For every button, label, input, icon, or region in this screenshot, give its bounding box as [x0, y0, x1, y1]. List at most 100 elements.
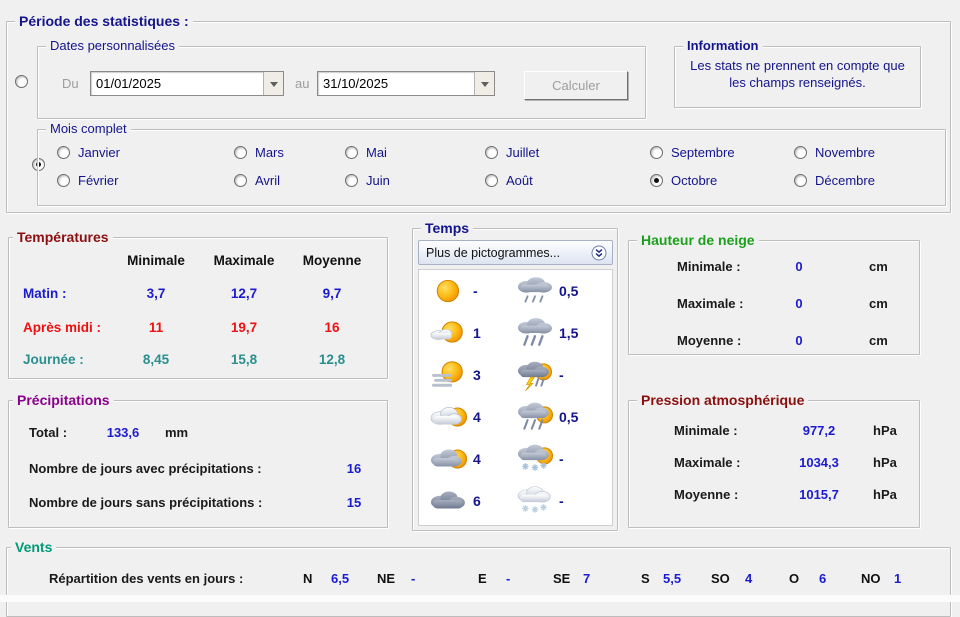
cloud-days: 6	[473, 493, 481, 509]
precip-total-value: 133,6	[106, 425, 140, 440]
row-matin-label: Matin :	[23, 286, 67, 301]
journee-moy: 12,8	[318, 352, 346, 367]
du-label: Du	[62, 76, 79, 91]
more-pictogrammes-label: Plus de pictogrammes...	[426, 245, 561, 260]
light-cloud-days: 4	[473, 409, 481, 425]
snow-icon	[513, 484, 559, 518]
month-option-novembre[interactable]: Novembre	[794, 145, 875, 160]
month-option-janvier[interactable]: Janvier	[57, 145, 120, 160]
calculer-button[interactable]: Calculer	[524, 71, 628, 100]
matin-moy: 9,7	[322, 286, 342, 301]
thunderstorm-total: -	[559, 367, 564, 383]
radio-icon	[485, 174, 498, 187]
radio-icon	[794, 174, 807, 187]
sun-with-small-cloud-icon	[427, 316, 473, 350]
au-label: au	[295, 76, 310, 91]
matin-min: 3,7	[146, 286, 166, 301]
neige-moy-unit: cm	[869, 333, 888, 348]
month-option-octobre[interactable]: Octobre	[650, 173, 717, 188]
dates-title: Dates personnalisées	[46, 38, 180, 54]
precipitations-title: Précipitations	[13, 392, 114, 408]
cloud-icon	[427, 484, 473, 518]
cloud-with-sun-icon	[427, 442, 473, 476]
precip-sans-value: 15	[346, 495, 362, 510]
cloud-sun-days: 4	[473, 451, 481, 467]
sun-cloud-days: 1	[473, 325, 481, 341]
wind-val-n: 6,5	[331, 571, 350, 586]
picto-row: 4 -	[419, 438, 612, 480]
date-from-value: 01/01/2025	[96, 76, 162, 91]
col-maximale: Maximale	[213, 253, 275, 268]
precip-sans-label: Nombre de jours sans précipitations :	[29, 495, 263, 510]
pression-max-value: 1034,3	[799, 455, 839, 470]
information-title: Information	[683, 38, 763, 54]
month-option-decembre[interactable]: Décembre	[794, 173, 875, 188]
month-option-juin[interactable]: Juin	[345, 173, 390, 188]
radio-icon	[345, 146, 358, 159]
apresmidi-min: 11	[148, 320, 164, 335]
mois-title: Mois complet	[46, 121, 131, 137]
heavy-rain-icon	[513, 316, 559, 350]
wind-dir-no: NO	[861, 571, 881, 586]
month-option-juillet[interactable]: Juillet	[485, 145, 539, 160]
date-from-combo[interactable]: 01/01/2025	[90, 71, 284, 96]
temperatures-title: Températures	[13, 229, 113, 245]
neige-max-label: Maximale :	[677, 296, 744, 311]
row-journee-label: Journée :	[23, 352, 84, 367]
sun-days: -	[473, 283, 478, 299]
pression-groupbox: Pression atmosphérique Minimale : 977,2 …	[628, 392, 920, 528]
sun-haze-icon	[427, 358, 473, 392]
precip-avec-value: 16	[346, 461, 362, 476]
light-rain-icon	[513, 274, 559, 308]
information-groupbox: Information Les stats ne prennent en com…	[674, 38, 921, 108]
wind-val-s: 5,5	[663, 571, 682, 586]
wind-dir-ne: NE	[377, 571, 396, 586]
sun-icon	[427, 274, 473, 308]
pression-min-value: 977,2	[802, 423, 836, 438]
date-to-dropdown-icon[interactable]	[474, 72, 494, 95]
vents-title: Vents	[11, 539, 57, 555]
wind-dir-o: O	[789, 571, 800, 586]
radio-icon	[345, 174, 358, 187]
light-cloud-sun-icon	[427, 400, 473, 434]
temps-groupbox: Temps Plus de pictogrammes... - 0,5 1 1,…	[412, 220, 618, 531]
month-option-avril[interactable]: Avril	[234, 173, 280, 188]
snow-sun-total: -	[559, 451, 564, 467]
month-option-aout[interactable]: Août	[485, 173, 533, 188]
date-from-dropdown-icon[interactable]	[263, 72, 283, 95]
neige-min-value: 0	[795, 259, 803, 274]
pictogram-panel: - 0,5 1 1,5 3 - 4 0,5 4 - 6 -	[418, 269, 613, 526]
col-moyenne: Moyenne	[302, 253, 362, 268]
light-rain-total: 0,5	[559, 283, 579, 299]
precip-total-label: Total :	[29, 425, 68, 440]
radio-icon	[234, 146, 247, 159]
month-option-mai[interactable]: Mai	[345, 145, 387, 160]
precip-avec-label: Nombre de jours avec précipitations :	[29, 461, 262, 476]
more-pictogrammes-button[interactable]: Plus de pictogrammes...	[418, 240, 613, 265]
month-option-fevrier[interactable]: Février	[57, 173, 118, 188]
heavy-rain-total: 1,5	[559, 325, 579, 341]
wind-dir-e: E	[478, 571, 487, 586]
wind-val-so: 4	[745, 571, 753, 586]
pression-max-label: Maximale :	[674, 455, 741, 470]
pression-min-unit: hPa	[873, 423, 897, 438]
matin-max: 12,7	[230, 286, 258, 301]
snow-with-sun-icon	[513, 442, 559, 476]
periode-custom-radio[interactable]	[15, 75, 28, 88]
wind-dir-so: SO	[711, 571, 730, 586]
neige-min-unit: cm	[869, 259, 888, 274]
pression-moy-unit: hPa	[873, 487, 897, 502]
neige-max-value: 0	[795, 296, 803, 311]
journee-min: 8,45	[142, 352, 170, 367]
vents-repartition-label: Répartition des vents en jours :	[49, 571, 244, 586]
wind-dir-se: SE	[553, 571, 571, 586]
month-option-mars[interactable]: Mars	[234, 145, 284, 160]
picto-row: 6 -	[419, 480, 612, 522]
date-to-combo[interactable]: 31/10/2025	[317, 71, 495, 96]
date-to-value: 31/10/2025	[323, 76, 389, 91]
month-option-septembre[interactable]: Septembre	[650, 145, 735, 160]
temps-title: Temps	[421, 220, 474, 236]
radio-icon	[234, 174, 247, 187]
pression-max-unit: hPa	[873, 455, 897, 470]
radio-icon	[794, 146, 807, 159]
